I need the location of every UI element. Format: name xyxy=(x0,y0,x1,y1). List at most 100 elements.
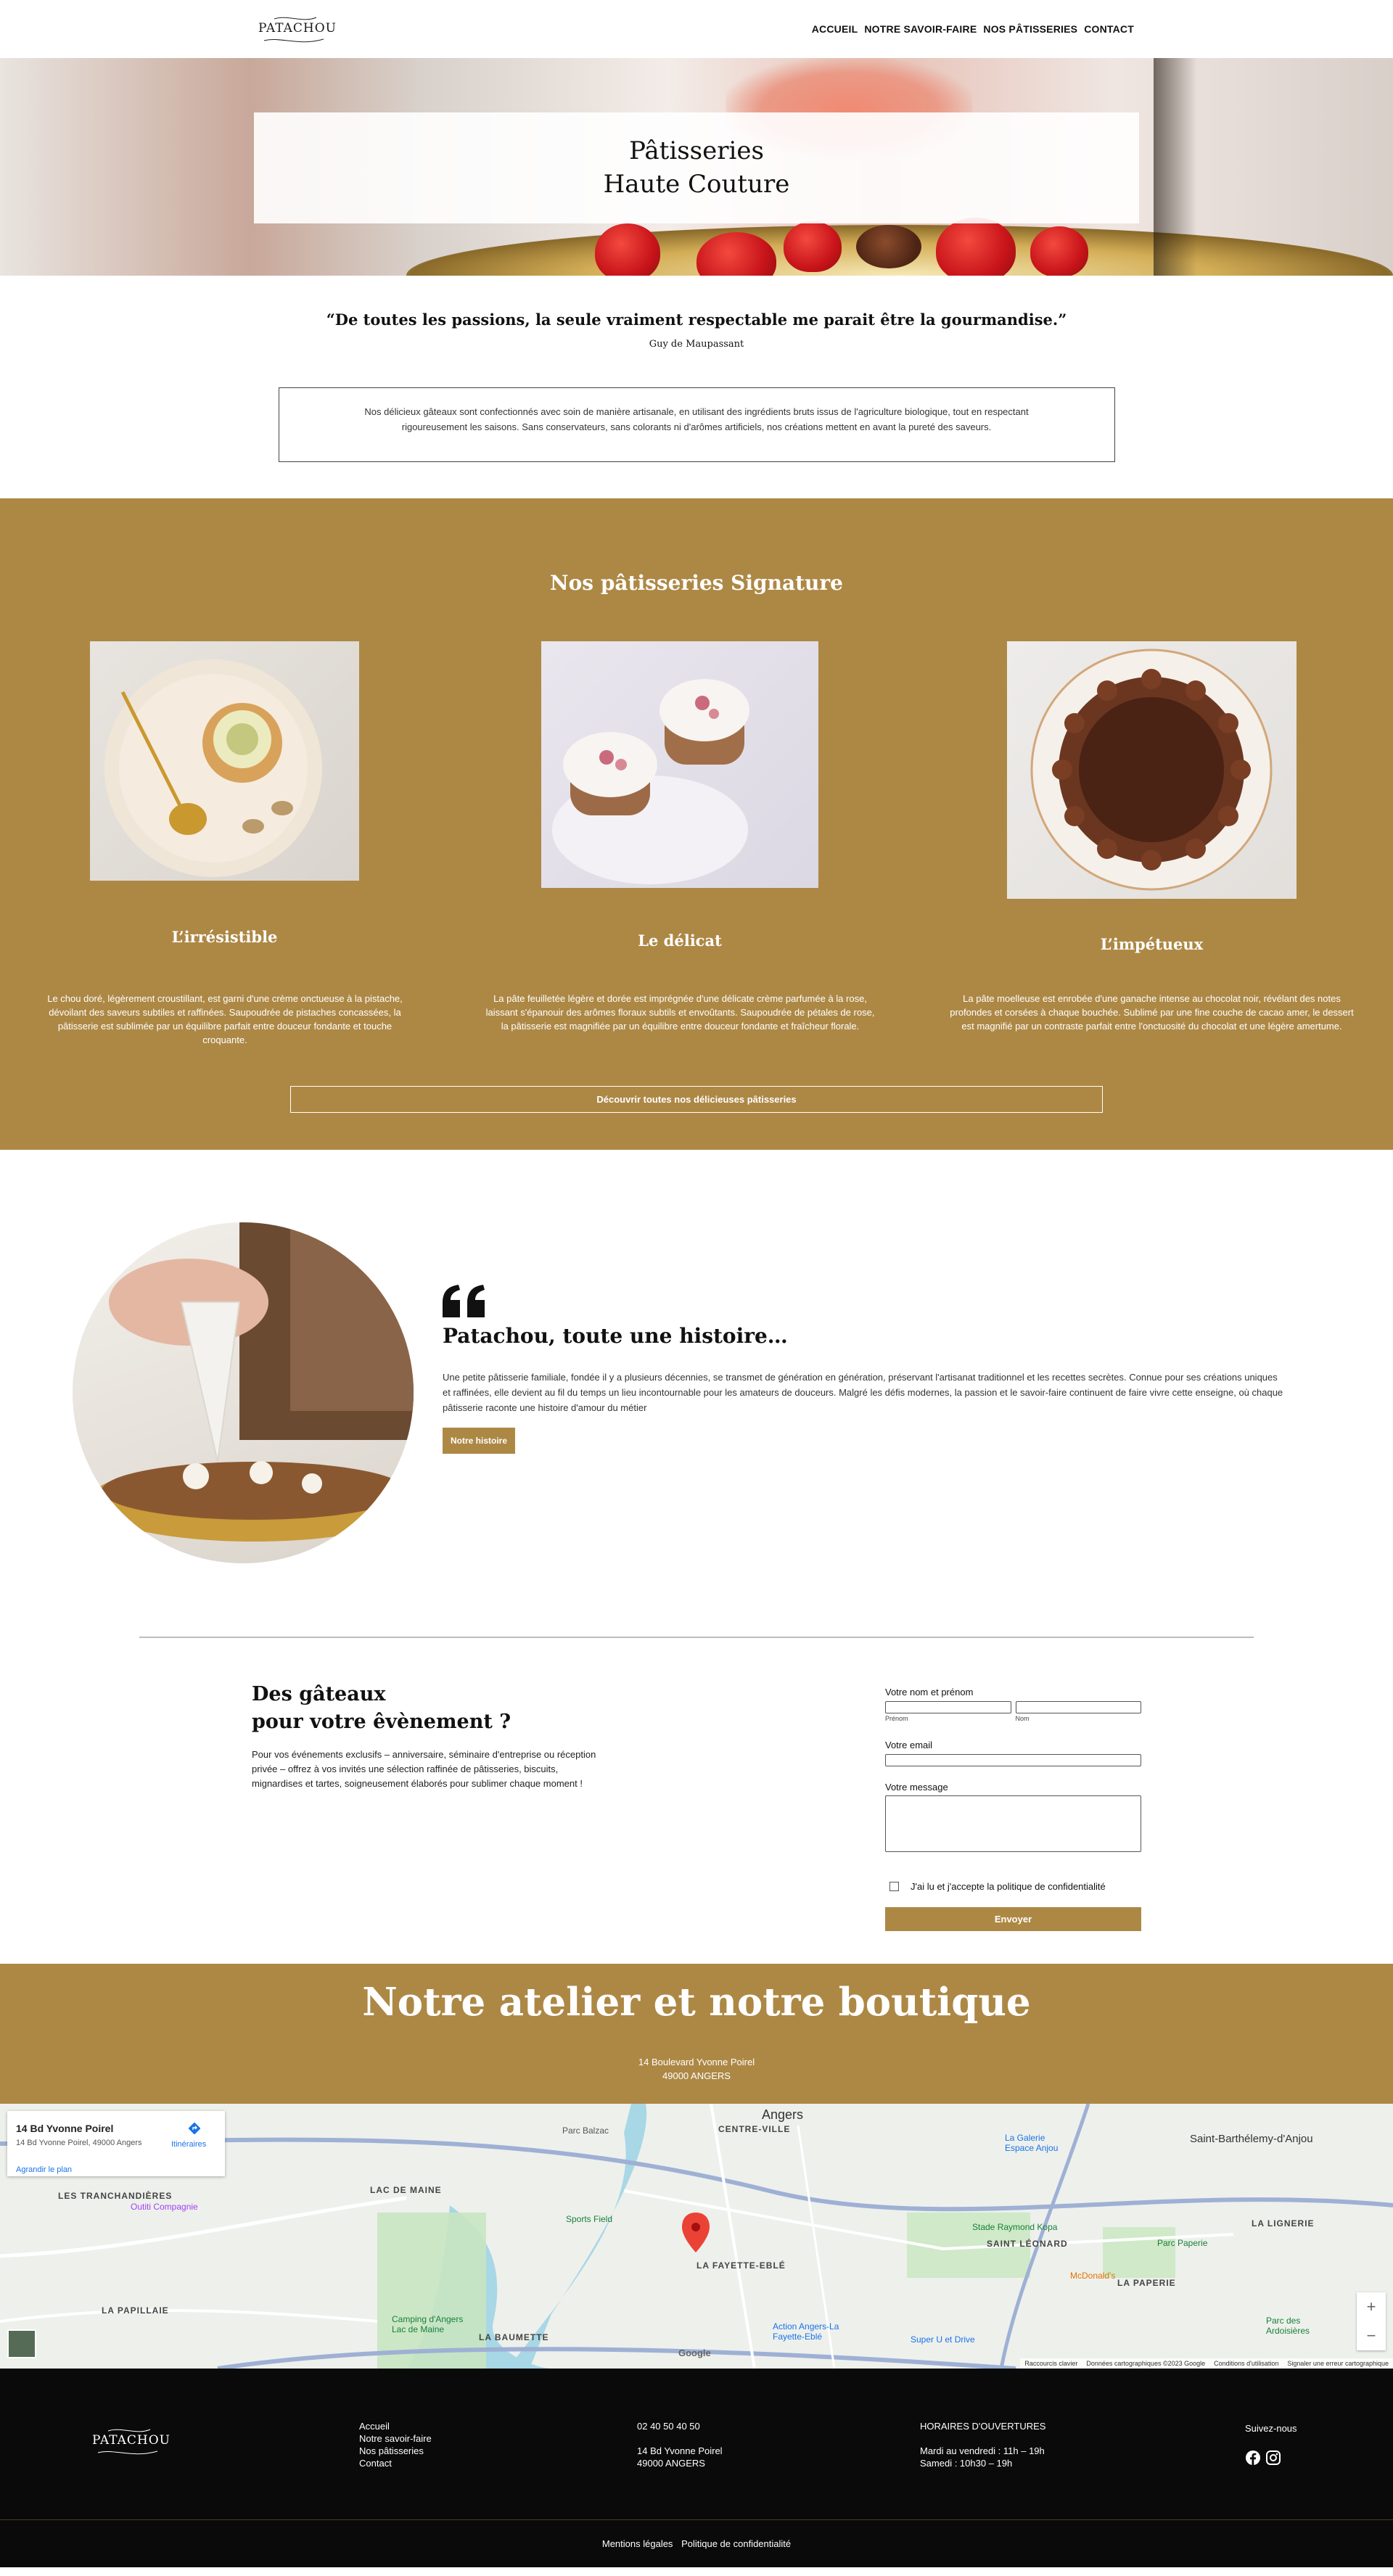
footer-hours-weekday: Mardi au vendredi : 11h – 19h xyxy=(920,2445,1045,2456)
quote-text: “De toutes les passions, la seule vraime… xyxy=(326,310,1067,329)
map-zoom-controls: + − xyxy=(1357,2292,1386,2350)
map-label-la-baumette: LA BAUMETTE xyxy=(479,2332,549,2342)
our-story-button[interactable]: Notre histoire xyxy=(443,1428,515,1454)
pastry-desc-irresistible: Le chou doré, légèrement croustillant, e… xyxy=(47,993,403,1045)
hero-title-line2: Haute Couture xyxy=(603,170,790,199)
legal-notice-link[interactable]: Mentions légales xyxy=(602,2538,673,2549)
nav-accueil[interactable]: ACCUEIL xyxy=(812,23,858,35)
pastry-name-delicat: Le délicat xyxy=(638,931,722,950)
map-place-address: 14 Bd Yvonne Poirel, 49000 Angers xyxy=(16,2139,142,2147)
map-data-credit: Données cartographiques ©2023 Google xyxy=(1086,2360,1206,2367)
event-title-line2: pour votre êvènement ? xyxy=(252,1711,511,1733)
directions-icon[interactable] xyxy=(189,2123,200,2134)
first-name-field[interactable] xyxy=(885,1701,1011,1713)
map-label-saint-barthelemy: Saint-Barthélemy-d'Anjou xyxy=(1190,2133,1313,2145)
footer-link-accueil[interactable]: Accueil xyxy=(359,2420,432,2432)
pastry-desc-impetueux: La pâte moelleuse est enrobée d'une gana… xyxy=(950,993,1354,1032)
event-section: Des gâteaux pour votre êvènement ? Pour … xyxy=(0,1637,1393,1964)
embedded-map[interactable]: Angers CENTRE-VILLE Saint-Barthélemy-d'A… xyxy=(0,2104,1393,2369)
nav-patisseries[interactable]: NOS PÂTISSERIES xyxy=(983,23,1077,35)
hero-banner: Pâtisseries Haute Couture xyxy=(0,58,1393,276)
footer-hours-saturday: Samedi : 10h30 – 19h xyxy=(920,2458,1013,2469)
story-image xyxy=(73,1222,414,1563)
header: PATACHOU ACCUEIL NOTRE SAVOIR-FAIRE NOS … xyxy=(0,0,1393,58)
consent-row: J'ai lu et j'accepte la politique de con… xyxy=(885,1881,1141,1892)
footer-hours: HORAIRES D'OUVERTURES Mardi au vendredi … xyxy=(920,2420,1045,2469)
pastry-desc-delicat: La pâte feuilletée légère et dorée est i… xyxy=(485,993,875,1032)
map-terms-link[interactable]: Conditions d'utilisation xyxy=(1214,2360,1278,2367)
legal-bar: Mentions légales Politique de confidenti… xyxy=(0,2519,1393,2567)
discover-pastries-button[interactable]: Découvrir toutes nos délicieuses pâtisse… xyxy=(290,1086,1103,1113)
nav-contact[interactable]: CONTACT xyxy=(1084,23,1134,35)
submit-button[interactable]: Envoyer xyxy=(885,1907,1141,1931)
hero-image-strawberry xyxy=(784,221,842,272)
zoom-in-button[interactable]: + xyxy=(1357,2292,1386,2321)
story-title: Patachou, toute une histoire… xyxy=(443,1324,788,1348)
directions-link[interactable]: Itinéraires xyxy=(171,2140,206,2149)
map-shortcuts-link[interactable]: Raccourcis clavier xyxy=(1024,2360,1077,2367)
first-name-sublabel: Prénom xyxy=(885,1715,908,1722)
main-nav: ACCUEIL NOTRE SAVOIR-FAIRE NOS PÂTISSERI… xyxy=(812,23,1134,35)
pastry-image-delicat xyxy=(541,641,818,888)
consent-label: J'ai lu et j'accepte la politique de con… xyxy=(911,1881,1106,1892)
pastry-name-irresistible: L’irrésistible xyxy=(171,928,278,946)
map-label-la-lignerie: LA LIGNERIE xyxy=(1252,2218,1315,2229)
footer-address-line1: 14 Bd Yvonne Poirel xyxy=(637,2445,723,2456)
quote-author: Guy de Maupassant xyxy=(649,339,744,350)
map-label-camping: Camping d'Angers Lac de Maine xyxy=(392,2314,464,2334)
message-label: Votre message xyxy=(885,1782,948,1793)
zoom-out-button[interactable]: − xyxy=(1357,2321,1386,2350)
map-label-action: Action Angers-La Fayette-Eblé xyxy=(773,2321,839,2342)
instagram-icon[interactable] xyxy=(1265,2450,1281,2466)
email-field[interactable] xyxy=(885,1754,1141,1766)
consent-checkbox[interactable] xyxy=(889,1882,899,1891)
footer-logo-text: PATACHOU xyxy=(92,2433,171,2448)
footer-address-line2: 49000 ANGERS xyxy=(637,2458,705,2469)
map-report-link[interactable]: Signaler une erreur cartographique xyxy=(1287,2360,1389,2367)
map-label-angers: Angers xyxy=(762,2107,804,2122)
pastry-name-impetueux: L’impétueux xyxy=(1100,935,1204,953)
map-label-tranchandieres: LES TRANCHANDIÈRES xyxy=(58,2191,173,2201)
footer-link-patisseries[interactable]: Nos pâtisseries xyxy=(359,2445,432,2457)
nav-savoir-faire[interactable]: NOTRE SAVOIR-FAIRE xyxy=(864,23,977,35)
map-label-saint-leonard: SAINT LÉONARD xyxy=(987,2239,1068,2249)
footer-links: Accueil Notre savoir-faire Nos pâtisseri… xyxy=(359,2420,432,2469)
pastry-image-impetueux xyxy=(1007,641,1297,899)
facebook-icon[interactable] xyxy=(1245,2450,1261,2466)
enlarge-map-link[interactable]: Agrandir le plan xyxy=(16,2165,72,2174)
workshop-address-line1: 14 Boulevard Yvonne Poirel xyxy=(638,2057,755,2067)
map-label-stade-raymond-kopa: Stade Raymond Kopa xyxy=(972,2222,1058,2232)
last-name-field[interactable] xyxy=(1015,1701,1141,1713)
logo[interactable]: PATACHOU xyxy=(258,13,336,46)
intro-box: Nos délicieux gâteaux sont confectionnés… xyxy=(278,387,1115,462)
hero-title-line1: Pâtisseries xyxy=(629,136,764,165)
footer-link-savoir-faire[interactable]: Notre savoir-faire xyxy=(359,2432,432,2445)
map-label-la-paperie: LA PAPERIE xyxy=(1117,2278,1176,2288)
map-label-super-u: Super U et Drive xyxy=(911,2334,975,2345)
map-attribution: Raccourcis clavier Données cartographiqu… xyxy=(1020,2358,1393,2369)
hero-image-strawberry xyxy=(1030,226,1088,276)
quote-mark-icon xyxy=(443,1285,485,1317)
pastry-image-irresistible xyxy=(90,641,359,881)
event-title-line1: Des gâteaux xyxy=(252,1683,386,1705)
signature-title: Nos pâtisseries Signature xyxy=(550,571,843,595)
map-place-card: 14 Bd Yvonne Poirel 14 Bd Yvonne Poirel,… xyxy=(7,2111,225,2176)
message-field[interactable] xyxy=(885,1795,1141,1852)
map-place-name: 14 Bd Yvonne Poirel xyxy=(16,2123,114,2134)
intro-text: Nos délicieux gâteaux sont confectionnés… xyxy=(364,406,1029,432)
map-layer-toggle[interactable] xyxy=(7,2329,36,2358)
footer-link-contact[interactable]: Contact xyxy=(359,2457,432,2469)
footer-phone[interactable]: 02 40 50 40 50 xyxy=(637,2420,723,2432)
map-label-lac-de-maine: LAC DE MAINE xyxy=(370,2185,442,2195)
workshop-title: Notre atelier et notre boutique xyxy=(362,1980,1031,2025)
map-label-parc-paperie: Parc Paperie xyxy=(1157,2238,1208,2248)
social-links xyxy=(1245,2450,1281,2466)
footer-contact: 02 40 50 40 50 14 Bd Yvonne Poirel 49000… xyxy=(637,2420,723,2469)
hero-image-strawberry xyxy=(936,218,1016,276)
story-section: Patachou, toute une histoire… Une petite… xyxy=(0,1150,1393,1638)
map-label-parc-ardoisieres: Parc des Ardoisières xyxy=(1266,2316,1310,2336)
footer-logo[interactable]: PATACHOU xyxy=(92,2425,170,2458)
event-title: Des gâteaux pour votre êvènement ? xyxy=(252,1681,511,1736)
email-label: Votre email xyxy=(885,1740,933,1750)
privacy-policy-link[interactable]: Politique de confidentialité xyxy=(681,2538,791,2549)
